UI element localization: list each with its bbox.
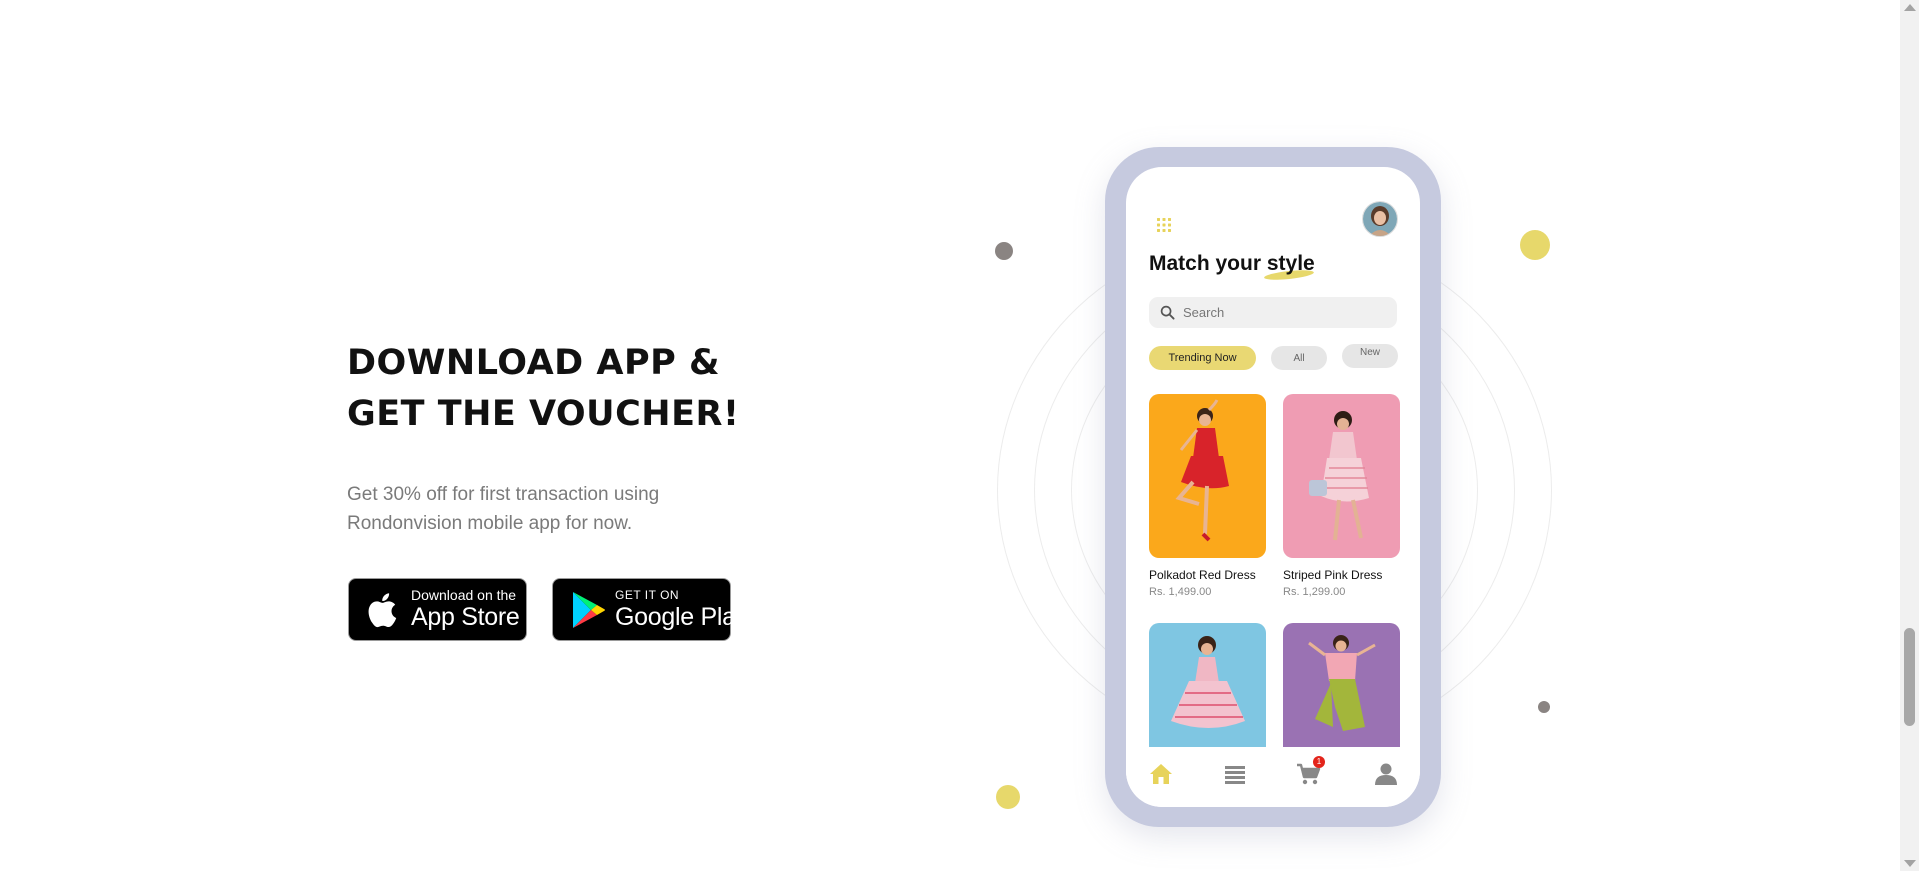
home-icon[interactable] xyxy=(1148,761,1174,787)
google-play-texts: GET IT ON Google Play xyxy=(615,588,748,631)
product-name: Striped Pink Dress xyxy=(1283,568,1383,582)
decor-dot-yellow xyxy=(1520,230,1550,260)
search-icon xyxy=(1160,305,1175,320)
google-play-button[interactable]: GET IT ON Google Play xyxy=(552,578,748,641)
product-price: Rs. 1,499.00 xyxy=(1149,586,1212,598)
product-image xyxy=(1149,394,1266,558)
app-heading: Match your style xyxy=(1149,252,1315,276)
google-play-small-text: GET IT ON xyxy=(615,588,680,602)
promo-title-line-1: DOWNLOAD APP & xyxy=(347,343,720,383)
promo-description-line-1: Get 30% off for first transaction using xyxy=(347,484,660,505)
google-play-icon xyxy=(573,591,605,628)
product-card-striped-pink-dress[interactable]: Striped Pink Dress Rs. 1,299.00 xyxy=(1283,394,1400,598)
phone-mockup: Match your style Trending Now All New xyxy=(1105,147,1441,827)
filter-new[interactable]: New xyxy=(1342,344,1398,368)
scroll-up-arrow-icon[interactable] xyxy=(1904,4,1916,11)
decor-dot-gray-small xyxy=(1538,701,1550,713)
app-heading-prefix: Match your xyxy=(1149,252,1262,275)
search-input[interactable] xyxy=(1181,304,1385,321)
cart-nav-item[interactable]: 1 xyxy=(1295,756,1325,787)
page-scrollbar[interactable] xyxy=(1900,0,1919,871)
app-store-big-text: App Store xyxy=(411,603,520,631)
grid-menu-icon[interactable] xyxy=(1156,217,1172,233)
filter-all[interactable]: All xyxy=(1271,346,1327,370)
app-store-texts: Download on the App Store xyxy=(411,587,520,632)
promo-title-line-2: GET THE VOUCHER! xyxy=(347,394,740,434)
decor-dot-yellow-small xyxy=(996,785,1020,809)
scroll-down-arrow-icon[interactable] xyxy=(1904,860,1916,867)
product-card-polkadot-red-dress[interactable]: Polkadot Red Dress Rs. 1,499.00 xyxy=(1149,394,1266,598)
cart-count-badge: 1 xyxy=(1313,756,1325,768)
scroll-thumb[interactable] xyxy=(1904,628,1915,726)
promo-description: Get 30% off for first transaction using … xyxy=(347,480,727,538)
avatar[interactable] xyxy=(1362,201,1398,237)
list-icon[interactable] xyxy=(1222,761,1248,787)
promo-title: DOWNLOAD APP & GET THE VOUCHER! xyxy=(347,338,739,440)
product-name: Polkadot Red Dress xyxy=(1149,568,1256,582)
phone-screen: Match your style Trending Now All New xyxy=(1126,167,1420,807)
product-image xyxy=(1283,394,1400,558)
avatar-image xyxy=(1363,202,1397,236)
filter-trending-now[interactable]: Trending Now xyxy=(1149,346,1256,370)
app-store-small-text: Download on the xyxy=(411,587,517,603)
google-play-big-text: Google Play xyxy=(615,603,748,631)
app-heading-highlight: style xyxy=(1266,252,1315,275)
apple-icon xyxy=(368,592,397,627)
app-store-button[interactable]: Download on the App Store xyxy=(348,578,527,641)
product-price: Rs. 1,299.00 xyxy=(1283,586,1346,598)
page: DOWNLOAD APP & GET THE VOUCHER! Get 30% … xyxy=(0,0,1919,871)
promo-description-line-2: Rondonvision mobile app for now. xyxy=(347,513,633,534)
bottom-nav: 1 xyxy=(1126,747,1420,807)
decor-dot-gray xyxy=(995,242,1013,260)
user-icon[interactable] xyxy=(1373,761,1399,787)
search-bar[interactable] xyxy=(1149,297,1397,328)
